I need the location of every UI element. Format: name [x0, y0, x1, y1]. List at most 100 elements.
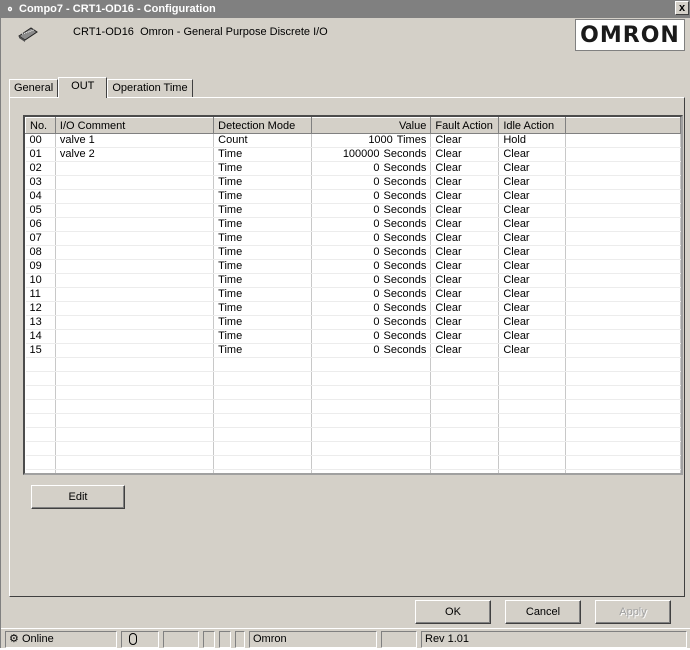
cell-idle-action[interactable]: Clear	[498, 315, 567, 330]
cell-blank[interactable]	[565, 175, 681, 190]
edit-button[interactable]: Edit	[31, 485, 125, 509]
cell-detection-mode[interactable]: Time	[213, 161, 312, 176]
cell-no[interactable]: 00	[25, 133, 56, 148]
cell-detection-mode[interactable]: Time	[213, 329, 312, 344]
cell-value[interactable]: 0 Seconds	[311, 343, 432, 358]
cell-comment[interactable]	[55, 315, 215, 330]
cell-comment[interactable]	[55, 175, 215, 190]
cell-value[interactable]: 0 Seconds	[311, 315, 432, 330]
tab-general[interactable]: General	[9, 79, 59, 97]
cell-detection-mode[interactable]: Time	[213, 315, 312, 330]
cell-fault-action[interactable]: Clear	[430, 161, 500, 176]
cell-no[interactable]: 01	[25, 147, 56, 162]
col-header-detection-mode[interactable]: Detection Mode	[213, 117, 312, 134]
cell-no[interactable]: 15	[25, 343, 56, 358]
cell-blank[interactable]	[565, 203, 681, 218]
cell-fault-action[interactable]: Clear	[430, 343, 500, 358]
cancel-button[interactable]: Cancel	[505, 600, 581, 624]
cell-no[interactable]: 09	[25, 259, 56, 274]
table-row[interactable]: 14 Time 0 Seconds Clear Clear	[25, 329, 681, 344]
cell-fault-action[interactable]: Clear	[430, 329, 500, 344]
table-row[interactable]: 04 Time 0 Seconds Clear Clear	[25, 189, 681, 204]
cell-detection-mode[interactable]: Time	[213, 259, 312, 274]
cell-fault-action[interactable]: Clear	[430, 203, 500, 218]
cell-no[interactable]: 10	[25, 273, 56, 288]
cell-detection-mode[interactable]: Time	[213, 343, 312, 358]
cell-detection-mode[interactable]: Time	[213, 147, 312, 162]
cell-value[interactable]: 0 Seconds	[311, 231, 432, 246]
cell-no[interactable]: 11	[25, 287, 56, 302]
cell-blank[interactable]	[565, 259, 681, 274]
table-row[interactable]: 15 Time 0 Seconds Clear Clear	[25, 343, 681, 358]
cell-value[interactable]: 0 Seconds	[311, 189, 432, 204]
cell-comment[interactable]: valve 1	[55, 133, 215, 148]
cell-idle-action[interactable]: Clear	[498, 259, 567, 274]
cell-blank[interactable]	[565, 343, 681, 358]
cell-idle-action[interactable]: Hold	[498, 133, 567, 148]
cell-fault-action[interactable]: Clear	[430, 315, 500, 330]
cell-idle-action[interactable]: Clear	[498, 245, 567, 260]
cell-detection-mode[interactable]: Time	[213, 175, 312, 190]
cell-comment[interactable]	[55, 343, 215, 358]
cell-comment[interactable]	[55, 161, 215, 176]
cell-fault-action[interactable]: Clear	[430, 287, 500, 302]
cell-blank[interactable]	[565, 217, 681, 232]
cell-no[interactable]: 13	[25, 315, 56, 330]
cell-detection-mode[interactable]: Time	[213, 245, 312, 260]
cell-detection-mode[interactable]: Time	[213, 217, 312, 232]
cell-comment[interactable]: valve 2	[55, 147, 215, 162]
cell-no[interactable]: 12	[25, 301, 56, 316]
cell-detection-mode[interactable]: Time	[213, 273, 312, 288]
cell-no[interactable]: 06	[25, 217, 56, 232]
cell-blank[interactable]	[565, 245, 681, 260]
cell-comment[interactable]	[55, 245, 215, 260]
cell-comment[interactable]	[55, 189, 215, 204]
table-row[interactable]: 11 Time 0 Seconds Clear Clear	[25, 287, 681, 302]
cell-detection-mode[interactable]: Count	[213, 133, 312, 148]
cell-blank[interactable]	[565, 329, 681, 344]
cell-value[interactable]: 0 Seconds	[311, 161, 432, 176]
ok-button[interactable]: OK	[415, 600, 491, 624]
cell-detection-mode[interactable]: Time	[213, 189, 312, 204]
cell-fault-action[interactable]: Clear	[430, 259, 500, 274]
cell-fault-action[interactable]: Clear	[430, 273, 500, 288]
col-header-fault-action[interactable]: Fault Action	[430, 117, 500, 134]
cell-comment[interactable]	[55, 287, 215, 302]
table-row[interactable]: 08 Time 0 Seconds Clear Clear	[25, 245, 681, 260]
cell-fault-action[interactable]: Clear	[430, 147, 500, 162]
cell-no[interactable]: 05	[25, 203, 56, 218]
cell-idle-action[interactable]: Clear	[498, 161, 567, 176]
cell-blank[interactable]	[565, 287, 681, 302]
cell-idle-action[interactable]: Clear	[498, 217, 567, 232]
cell-comment[interactable]	[55, 217, 215, 232]
cell-blank[interactable]	[565, 301, 681, 316]
cell-fault-action[interactable]: Clear	[430, 245, 500, 260]
tab-out[interactable]: OUT	[58, 77, 108, 98]
col-header-idle-action[interactable]: Idle Action	[498, 117, 567, 134]
cell-no[interactable]: 14	[25, 329, 56, 344]
cell-idle-action[interactable]: Clear	[498, 231, 567, 246]
cell-detection-mode[interactable]: Time	[213, 203, 312, 218]
cell-comment[interactable]	[55, 301, 215, 316]
cell-comment[interactable]	[55, 203, 215, 218]
cell-comment[interactable]	[55, 259, 215, 274]
cell-idle-action[interactable]: Clear	[498, 343, 567, 358]
col-header-comment[interactable]: I/O Comment	[54, 117, 215, 134]
cell-idle-action[interactable]: Clear	[498, 147, 567, 162]
table-row[interactable]: 13 Time 0 Seconds Clear Clear	[25, 315, 681, 330]
cell-blank[interactable]	[565, 147, 681, 162]
cell-value[interactable]: 0 Seconds	[311, 259, 432, 274]
cell-fault-action[interactable]: Clear	[430, 133, 500, 148]
cell-comment[interactable]	[55, 273, 215, 288]
cell-no[interactable]: 03	[25, 175, 56, 190]
cell-idle-action[interactable]: Clear	[498, 287, 567, 302]
cell-fault-action[interactable]: Clear	[430, 217, 500, 232]
table-row[interactable]: 05 Time 0 Seconds Clear Clear	[25, 203, 681, 218]
cell-idle-action[interactable]: Clear	[498, 175, 567, 190]
table-row[interactable]: 10 Time 0 Seconds Clear Clear	[25, 273, 681, 288]
cell-value[interactable]: 0 Seconds	[311, 287, 432, 302]
cell-value[interactable]: 1000 Times	[311, 133, 432, 148]
cell-detection-mode[interactable]: Time	[213, 301, 312, 316]
cell-fault-action[interactable]: Clear	[430, 175, 500, 190]
cell-no[interactable]: 02	[25, 161, 56, 176]
